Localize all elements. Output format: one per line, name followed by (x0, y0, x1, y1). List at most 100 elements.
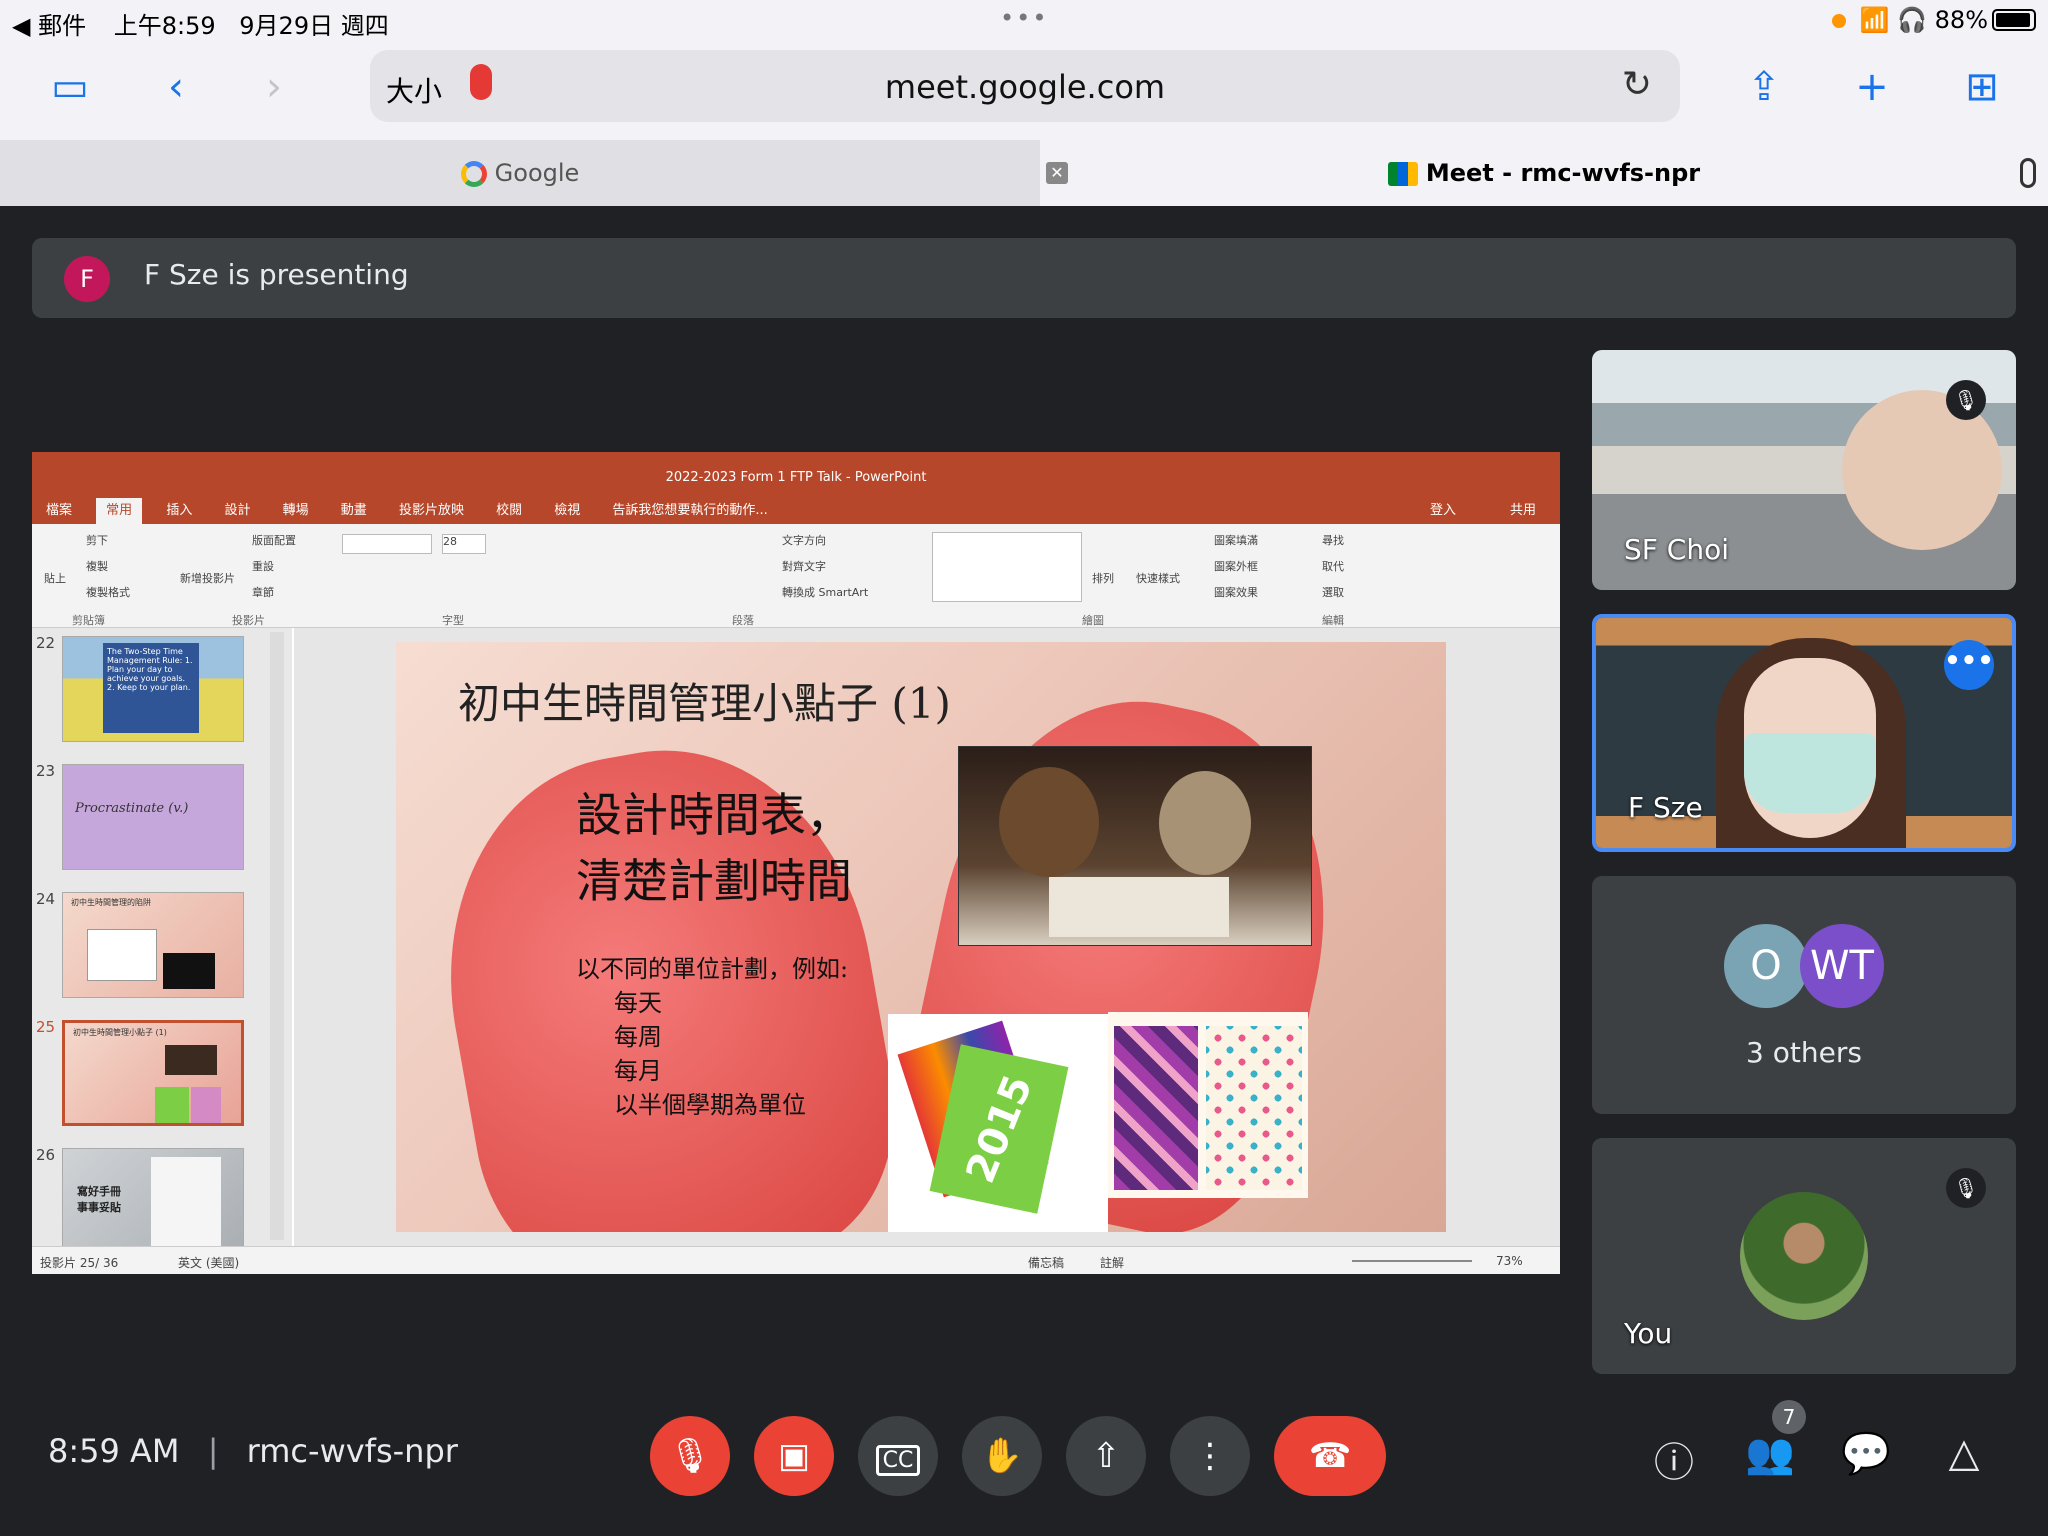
zoom-slider[interactable] (1352, 1260, 1472, 1262)
tab-meet[interactable]: Meet - rmc-wvfs-npr (1040, 140, 2048, 206)
address-bar[interactable]: 大小 meet.google.com ↻ (370, 50, 1680, 122)
camera-off-button[interactable]: ▣ (754, 1416, 834, 1496)
ribbon-section[interactable]: 章節 (252, 584, 274, 600)
group-clipboard: 剪貼簿 (72, 614, 105, 627)
menu-animations[interactable]: 動畫 (341, 498, 367, 524)
hang-up-icon: ☎ (1308, 1436, 1352, 1476)
group-drawing: 繪圖 (1082, 614, 1104, 627)
activities-icon[interactable]: △ (1934, 1430, 1994, 1476)
mic-off-icon: 🎙 (668, 1436, 712, 1476)
captions-button[interactable]: CC (858, 1416, 938, 1496)
group-editing: 編輯 (1322, 614, 1344, 627)
ppt-status-bar: 投影片 25/ 36 英文 (美國) 備忘稿 註解 73% (32, 1246, 1560, 1274)
ribbon-cut[interactable]: 剪下 (86, 532, 108, 548)
menu-tellme[interactable]: 告訴我您想要執行的動作... (612, 498, 767, 524)
menu-transitions[interactable]: 轉場 (283, 498, 309, 524)
tab-close-icon[interactable]: ✕ (1046, 162, 1068, 184)
back-icon[interactable]: ‹ (146, 62, 206, 112)
menu-file[interactable]: 檔案 (46, 498, 72, 524)
meeting-details-info-icon[interactable]: ⓘ (1644, 1430, 1704, 1488)
slide-thumbnail[interactable]: 初中生時間管理的陷阱 (62, 892, 244, 998)
ribbon-format-painter[interactable]: 複製格式 (86, 584, 130, 600)
chat-icon[interactable]: 💬 (1836, 1430, 1896, 1477)
menu-view[interactable]: 檢視 (554, 498, 580, 524)
present-button[interactable]: ⇧ (1066, 1416, 1146, 1496)
ribbon-shape-outline[interactable]: 圖案外框 (1214, 558, 1258, 574)
raise-hand-button[interactable]: ✋ (962, 1416, 1042, 1496)
menu-slideshow[interactable]: 投影片放映 (399, 498, 464, 524)
participant-name: SF Choi (1624, 533, 1729, 566)
comments-button[interactable]: 註解 (1100, 1254, 1124, 1271)
menu-review[interactable]: 校閱 (496, 498, 522, 524)
thumbnail-scrollbar[interactable] (270, 632, 284, 1240)
slide-thumbnail-selected[interactable]: 初中生時間管理小點子 (1) (62, 1020, 244, 1126)
participant-name: F Sze (1628, 791, 1703, 824)
ribbon-replace[interactable]: 取代 (1322, 558, 1344, 574)
presenter-avatar: F (64, 256, 110, 302)
menu-design[interactable]: 設計 (224, 498, 250, 524)
ribbon-reset[interactable]: 重設 (252, 558, 274, 574)
multitask-dots-icon[interactable]: ••• (1000, 4, 1048, 32)
participant-tile-f-sze[interactable]: ••• F Sze (1592, 614, 2016, 852)
slide-thumbnail[interactable]: Procrastinate (v.) (62, 764, 244, 870)
language-indicator[interactable]: 英文 (美國) (178, 1254, 239, 1271)
participant-tile-you[interactable]: 🎙 You (1592, 1138, 2016, 1374)
more-options-button[interactable]: ⋮ (1170, 1416, 1250, 1496)
ribbon-shape-effect[interactable]: 圖案效果 (1214, 584, 1258, 600)
tab-mic-icon[interactable] (2020, 158, 2036, 188)
tab-google[interactable]: Google (0, 140, 1040, 206)
current-slide[interactable]: 初中生時間管理小點子 (1) 設計時間表， 清楚計劃時間 以不同的單位計劃，例如… (396, 642, 1446, 1232)
menu-share[interactable]: 共用 (1510, 498, 1536, 524)
zoom-level[interactable]: 73% (1496, 1254, 1523, 1268)
your-avatar (1740, 1192, 1868, 1320)
slide-thumbnail[interactable]: 寫好手冊 事事妥貼 (62, 1148, 244, 1254)
hand-icon: ✋ (980, 1436, 1024, 1476)
ribbon-align-text[interactable]: 對齊文字 (782, 558, 826, 574)
notes-button[interactable]: 備忘稿 (1028, 1254, 1064, 1271)
sidebar-icon[interactable]: ▭ (40, 62, 100, 112)
reload-icon[interactable]: ↻ (1622, 64, 1652, 105)
ribbon-text-direction[interactable]: 文字方向 (782, 532, 826, 548)
tab-overview-icon[interactable]: ⊞ (1952, 62, 2012, 112)
ribbon-paste[interactable]: 貼上 (44, 570, 66, 586)
more-vert-icon: ⋮ (1193, 1436, 1227, 1476)
ribbon-new-slide[interactable]: 新增投影片 (180, 570, 235, 586)
people-icon[interactable]: 👥 (1740, 1430, 1800, 1477)
wifi-icon: 📶 (1859, 6, 1890, 34)
teddy-bears-image (958, 746, 1312, 946)
ribbon-layout[interactable]: 版面配置 (252, 532, 296, 548)
font-name-box[interactable] (342, 534, 432, 554)
menu-login[interactable]: 登入 (1430, 498, 1456, 524)
participant-tile-sf-choi[interactable]: 🎙 SF Choi (1592, 350, 2016, 590)
menu-insert[interactable]: 插入 (166, 498, 192, 524)
meeting-code: rmc-wvfs-npr (246, 1432, 458, 1470)
muted-mic-icon: 🎙 (1946, 1168, 1986, 1208)
menu-home[interactable]: 常用 (96, 498, 143, 524)
slide-heading-line2: 清楚計劃時間 (576, 854, 852, 908)
more-options-icon[interactable]: ••• (1944, 640, 1994, 690)
ribbon-select[interactable]: 選取 (1322, 584, 1344, 600)
new-tab-plus-icon[interactable]: + (1842, 62, 1902, 112)
leave-call-button[interactable]: ☎ (1274, 1416, 1386, 1496)
present-screen-icon: ⇧ (1091, 1436, 1121, 1476)
shapes-gallery[interactable] (932, 532, 1082, 602)
ribbon-arrange[interactable]: 排列 (1092, 570, 1114, 586)
battery-percent: 88% (1934, 6, 1988, 34)
ribbon-find[interactable]: 尋找 (1322, 532, 1344, 548)
slide-thumbnail-pane[interactable]: 22 The Two-Step Time Management Rule: 1.… (32, 628, 292, 1254)
participant-tile-others[interactable]: O WT 3 others (1592, 876, 2016, 1114)
heart-pattern-planners-image (1108, 1012, 1308, 1198)
back-to-app-link[interactable]: ◀ 郵件 (12, 12, 86, 40)
ribbon-copy[interactable]: 複製 (86, 558, 108, 574)
meeting-time: 8:59 AM (48, 1432, 180, 1470)
font-size-box[interactable]: 28 (442, 534, 486, 554)
ribbon-quick-style[interactable]: 快速樣式 (1136, 570, 1180, 586)
presentation-stream[interactable]: 2022-2023 Form 1 FTP Talk - PowerPoint 檔… (32, 452, 1560, 1274)
ribbon-shape-fill[interactable]: 圖案填滿 (1214, 532, 1258, 548)
forward-icon[interactable]: › (244, 62, 304, 112)
google-logo-icon (460, 161, 487, 187)
ribbon-smartart[interactable]: 轉換成 SmartArt (782, 584, 868, 600)
slide-thumbnail[interactable]: The Two-Step Time Management Rule: 1. Pl… (62, 636, 244, 742)
mic-off-button[interactable]: 🎙 (650, 1416, 730, 1496)
share-icon[interactable]: ⇪ (1734, 62, 1794, 112)
